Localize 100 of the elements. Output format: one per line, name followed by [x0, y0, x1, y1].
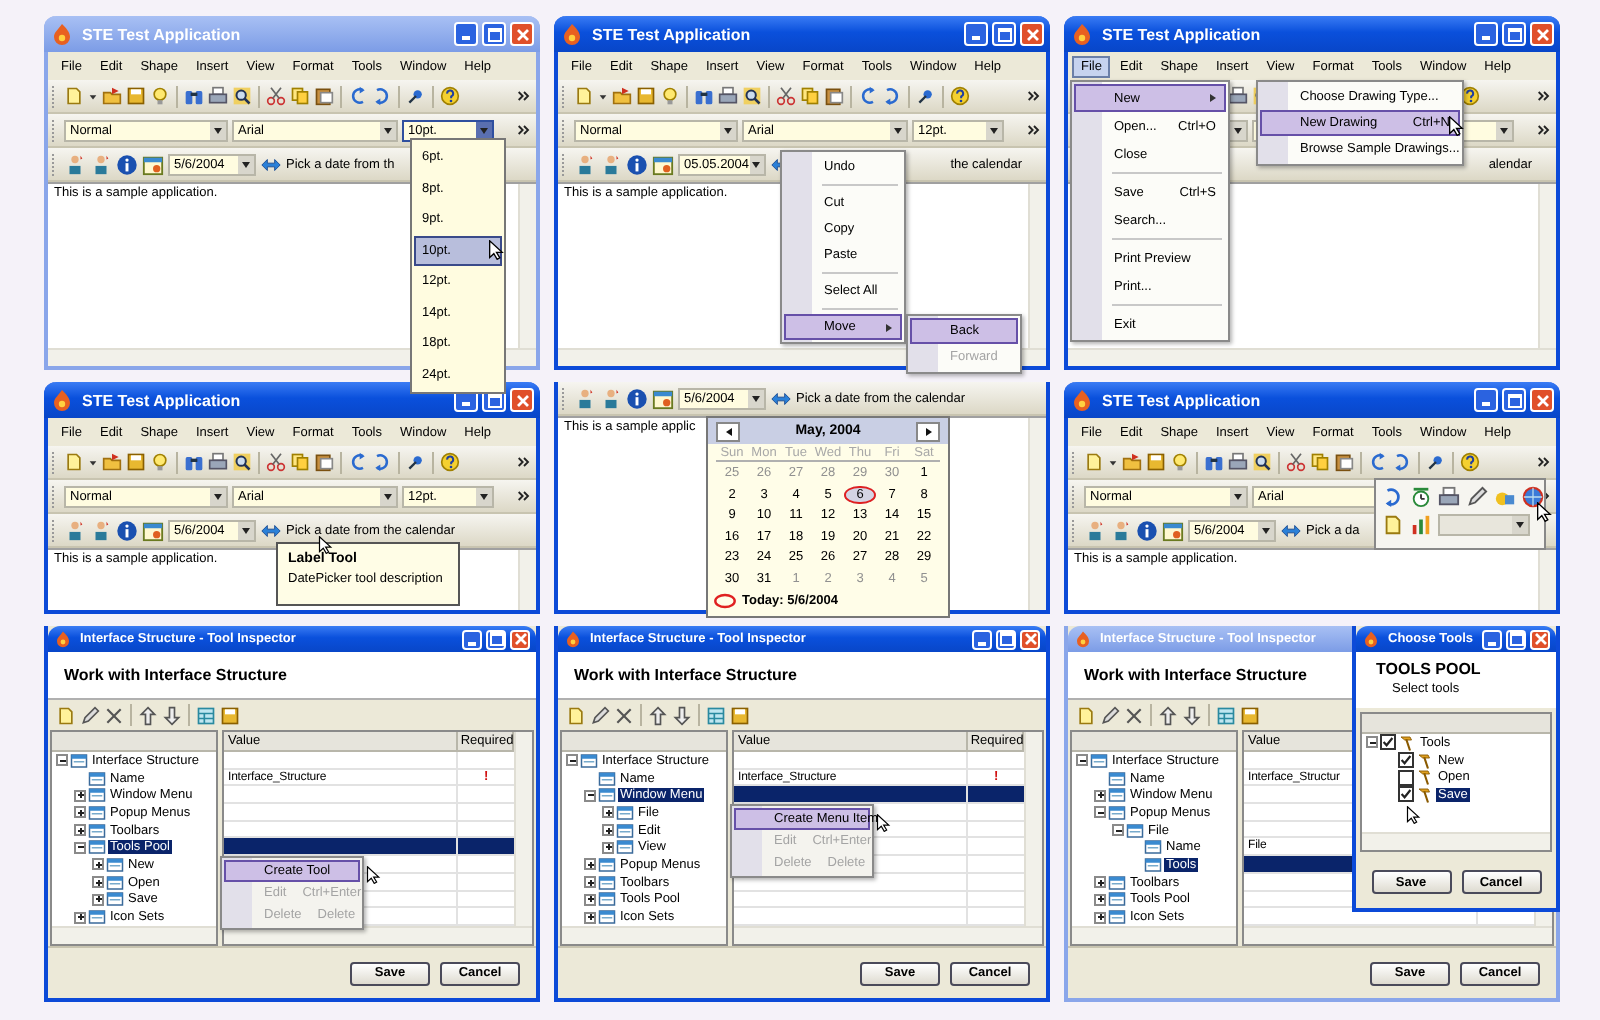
- person-icon[interactable]: [64, 153, 86, 175]
- expand-button[interactable]: [1094, 911, 1106, 924]
- bulb-icon[interactable]: [660, 86, 680, 106]
- redo-icon[interactable]: [1392, 452, 1412, 472]
- vertical-scrollbar[interactable]: [1028, 418, 1046, 610]
- copy-icon[interactable]: [1310, 452, 1330, 472]
- expand-button[interactable]: [584, 876, 596, 889]
- magnifier-icon[interactable]: [232, 452, 252, 472]
- arrow-down-icon[interactable]: [672, 705, 692, 725]
- chevron-icon[interactable]: [516, 454, 532, 470]
- binoculars-icon[interactable]: [184, 452, 204, 472]
- info-icon[interactable]: [116, 519, 138, 541]
- maximize-button[interactable]: [992, 22, 1016, 46]
- printer-icon[interactable]: [1438, 486, 1460, 508]
- scissors-icon[interactable]: [776, 86, 796, 106]
- horizontal-scrollbar[interactable]: [224, 926, 532, 944]
- collapse-button[interactable]: [56, 754, 68, 767]
- info-icon[interactable]: [626, 153, 648, 175]
- binoculars-icon[interactable]: [184, 86, 204, 106]
- arrow-up-icon[interactable]: [648, 705, 668, 725]
- person-icon[interactable]: [1110, 519, 1132, 541]
- collapse-button[interactable]: [1112, 824, 1124, 837]
- next-month-button[interactable]: [916, 421, 940, 441]
- calendar-icon[interactable]: [142, 519, 164, 541]
- expand-button[interactable]: [1094, 893, 1106, 906]
- person-icon[interactable]: [90, 153, 112, 175]
- vertical-scrollbar[interactable]: [1024, 732, 1042, 926]
- collapse-button[interactable]: [74, 841, 86, 854]
- bulb-icon[interactable]: [150, 452, 170, 472]
- horizontal-scrollbar[interactable]: [1362, 832, 1550, 850]
- undo-icon[interactable]: [1368, 452, 1388, 472]
- person-icon[interactable]: [64, 519, 86, 541]
- help-icon[interactable]: [440, 452, 460, 472]
- printer-icon[interactable]: [208, 452, 228, 472]
- close-button[interactable]: [1530, 22, 1554, 46]
- cross-icon[interactable]: [1124, 705, 1144, 725]
- undo-icon[interactable]: [348, 452, 368, 472]
- printer-icon[interactable]: [1228, 452, 1248, 472]
- expand-button[interactable]: [74, 824, 86, 837]
- globe-icon[interactable]: [1522, 486, 1544, 508]
- person-icon[interactable]: [600, 387, 622, 409]
- expand-button[interactable]: [74, 806, 86, 819]
- vertical-scrollbar[interactable]: [518, 184, 536, 348]
- collapse-button[interactable]: [1076, 754, 1088, 767]
- expand-button[interactable]: [602, 806, 614, 819]
- double-arrow-icon[interactable]: [1280, 519, 1302, 541]
- arrow-down-icon[interactable]: [1182, 705, 1202, 725]
- close-button[interactable]: [510, 388, 534, 412]
- chevron-icon[interactable]: [1536, 122, 1552, 138]
- copy-icon[interactable]: [290, 452, 310, 472]
- pencil-icon[interactable]: [590, 705, 610, 725]
- chevron-icon[interactable]: [1536, 88, 1552, 104]
- cross-icon[interactable]: [614, 705, 634, 725]
- bulb-icon[interactable]: [150, 86, 170, 106]
- arrow-down-icon[interactable]: [162, 705, 182, 725]
- magnifier-icon[interactable]: [232, 86, 252, 106]
- binoculars-icon[interactable]: [1204, 452, 1224, 472]
- help-icon[interactable]: [1460, 452, 1480, 472]
- expand-button[interactable]: [92, 876, 104, 889]
- expand-button[interactable]: [92, 858, 104, 871]
- printer-icon[interactable]: [718, 86, 738, 106]
- table-icon[interactable]: [706, 705, 726, 725]
- vertical-scrollbar[interactable]: [1538, 550, 1556, 610]
- double-arrow-icon[interactable]: [770, 387, 792, 409]
- person-icon[interactable]: [574, 387, 596, 409]
- calendar-icon[interactable]: [142, 153, 164, 175]
- redo-icon[interactable]: [372, 452, 392, 472]
- copy-icon[interactable]: [800, 86, 820, 106]
- scissors-icon[interactable]: [266, 86, 286, 106]
- magnifier-icon[interactable]: [742, 86, 762, 106]
- person-icon[interactable]: [90, 519, 112, 541]
- minimize-button[interactable]: [462, 629, 482, 649]
- pin-icon[interactable]: [406, 86, 426, 106]
- chevron-icon[interactable]: [516, 88, 532, 104]
- caret-icon[interactable]: [598, 91, 608, 101]
- maximize-button[interactable]: [996, 629, 1016, 649]
- table-icon[interactable]: [1216, 705, 1236, 725]
- chevron-icon[interactable]: [1026, 88, 1042, 104]
- maximize-button[interactable]: [1502, 388, 1526, 412]
- help-icon[interactable]: [950, 86, 970, 106]
- grid-row[interactable]: [224, 838, 514, 857]
- page-icon[interactable]: [64, 452, 84, 472]
- expand-button[interactable]: [602, 824, 614, 837]
- cross-icon[interactable]: [104, 705, 124, 725]
- close-button[interactable]: [1020, 629, 1040, 649]
- maximize-button[interactable]: [486, 629, 506, 649]
- close-button[interactable]: [510, 629, 530, 649]
- minimize-button[interactable]: [972, 629, 992, 649]
- clock-icon[interactable]: [1410, 486, 1432, 508]
- chevron-icon[interactable]: [1536, 454, 1552, 470]
- expand-button[interactable]: [584, 911, 596, 924]
- horizontal-scrollbar[interactable]: [52, 926, 216, 944]
- expand-button[interactable]: [1094, 789, 1106, 802]
- horizontal-scrollbar[interactable]: [1072, 926, 1236, 944]
- scissors-icon[interactable]: [1286, 452, 1306, 472]
- pin-icon[interactable]: [406, 452, 426, 472]
- printer-icon[interactable]: [1228, 86, 1248, 106]
- calendar-icon[interactable]: [652, 153, 674, 175]
- previous-month-button[interactable]: [716, 421, 740, 441]
- collapse-button[interactable]: [1366, 736, 1378, 749]
